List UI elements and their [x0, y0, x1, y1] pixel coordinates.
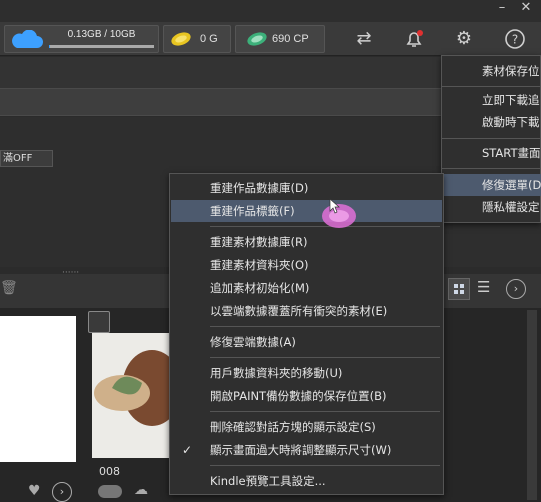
- select-checkbox[interactable]: [88, 311, 110, 333]
- grid-icon: [454, 284, 464, 294]
- menu-item-open-backup-location[interactable]: 開啟PAINT備份數據的保存位置(B): [170, 385, 443, 407]
- menu-item-repair-menu[interactable]: 修復選單(D: [442, 174, 541, 196]
- menu-separator: [210, 357, 440, 358]
- menu-separator: [210, 326, 440, 327]
- item-details-icon[interactable]: ›: [52, 482, 72, 502]
- gold-value: 0 G: [200, 33, 218, 45]
- cloud-sync-icon[interactable]: ☁: [134, 482, 148, 498]
- menu-item-delete-confirm-settings[interactable]: 刪除確認對話方塊的顯示設定(S): [170, 416, 443, 438]
- list-view-icon[interactable]: ☰: [477, 278, 495, 298]
- menu-item-download-on-start[interactable]: 啟動時下載: [442, 111, 541, 133]
- cp-coin-icon: [247, 32, 267, 46]
- settings-menu: 素材保存位 立即下載追 啟動時下載 START畫面 修復選單(D 隱私權設定: [441, 55, 541, 223]
- menu-separator: [210, 411, 440, 412]
- artwork-thumbnail[interactable]: [0, 316, 76, 462]
- close-button[interactable]: ✕: [515, 0, 537, 18]
- menu-item-adjust-display-size[interactable]: 顯示畫面過大時將調整顯示尺寸(W): [170, 439, 443, 461]
- menu-item-rebuild-works-tags[interactable]: 重建作品標籤(F): [171, 200, 442, 222]
- mouse-cursor-highlight: [322, 198, 356, 228]
- storage-bar: [49, 45, 154, 48]
- cp-value: 690 CP: [272, 33, 309, 45]
- checkmark-icon: ✓: [182, 443, 193, 457]
- favorite-heart-icon[interactable]: ♥: [28, 483, 41, 499]
- grid-view-icon[interactable]: [448, 278, 470, 300]
- settings-gear-icon[interactable]: ⚙: [452, 27, 476, 51]
- question-circle-icon: ?: [505, 29, 525, 49]
- menu-item-init-added-material[interactable]: 追加素材初始化(M): [170, 277, 443, 299]
- toolbar: 0.13GB / 10GB 0 G 690 CP ⇄ ⚙ ?: [0, 22, 541, 56]
- cloud-storage-indicator[interactable]: 0.13GB / 10GB: [4, 25, 159, 53]
- menu-item-overwrite-conflicts[interactable]: 以雲端數據覆蓋所有衝突的素材(E): [170, 300, 443, 322]
- menu-item-material-location[interactable]: 素材保存位: [442, 60, 541, 82]
- menu-item-kindle-preview[interactable]: Kindle預覽工具設定...: [170, 470, 443, 492]
- menu-separator: [442, 168, 541, 169]
- toggle-switch[interactable]: [98, 485, 122, 498]
- bell-icon: [406, 30, 423, 47]
- menu-separator: [442, 86, 541, 87]
- artwork-title: 008: [99, 465, 120, 478]
- menu-item-privacy-settings[interactable]: 隱私權設定: [442, 196, 541, 218]
- repair-submenu: 重建作品數據庫(D) 重建作品標籤(F) 重建素材數據庫(R) 重建素材資料夾(…: [169, 173, 444, 495]
- menu-item-rebuild-material-db[interactable]: 重建素材數據庫(R): [170, 231, 443, 253]
- cloud-icon: [12, 30, 43, 48]
- sync-icon[interactable]: ⇄: [352, 27, 376, 51]
- scrollbar[interactable]: [527, 310, 537, 500]
- menu-separator: [210, 465, 440, 466]
- storage-bar-fill: [49, 45, 51, 48]
- minimize-button[interactable]: –: [491, 0, 513, 18]
- menu-item-rebuild-works-db[interactable]: 重建作品數據庫(D): [170, 177, 443, 199]
- storage-text: 0.13GB / 10GB: [67, 29, 136, 40]
- menu-item-download-now[interactable]: 立即下載追: [442, 89, 541, 111]
- menu-separator: [442, 138, 541, 139]
- cp-balance[interactable]: 690 CP: [235, 25, 325, 53]
- menu-item-move-user-data[interactable]: 用戶數據資料夾的移動(U): [170, 362, 443, 384]
- help-icon[interactable]: ?: [503, 27, 527, 51]
- title-bar: – ✕: [0, 0, 541, 22]
- trash-icon[interactable]: 🗑: [0, 280, 18, 300]
- next-page-icon[interactable]: ›: [506, 279, 526, 299]
- menu-item-start-screen[interactable]: START畫面: [442, 142, 541, 164]
- menu-item-rebuild-material-folder[interactable]: 重建素材資料夾(O): [170, 254, 443, 276]
- notification-bell-icon[interactable]: [402, 27, 426, 51]
- svg-text:?: ?: [512, 33, 518, 47]
- menu-item-repair-cloud-data[interactable]: 修復雲端數據(A): [170, 331, 443, 353]
- gold-coin-icon: [171, 32, 191, 46]
- filter-chip[interactable]: 滿OFF: [0, 150, 53, 167]
- gold-balance[interactable]: 0 G: [163, 25, 231, 53]
